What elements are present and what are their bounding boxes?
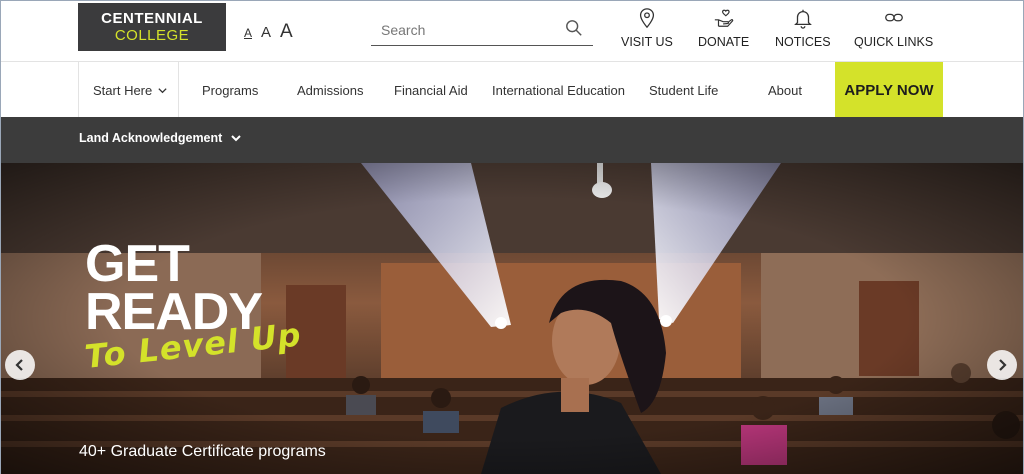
chevron-left-icon (15, 359, 23, 371)
visit-us-link[interactable]: VISIT US (621, 7, 673, 49)
link-icon (884, 13, 903, 22)
notices-link[interactable]: NOTICES (775, 7, 831, 49)
chevron-right-icon (999, 359, 1007, 371)
search-box (371, 15, 593, 46)
font-size-small-button[interactable]: A (244, 26, 252, 40)
search-icon[interactable] (565, 19, 583, 37)
donate-label: DONATE (698, 35, 750, 49)
centennial-college-logo[interactable]: CENTENNIAL COLLEGE (78, 3, 226, 51)
font-size-controls: A A A (244, 21, 293, 43)
nav-programs[interactable]: Programs (202, 62, 258, 118)
bell-icon (793, 9, 812, 29)
carousel-next-button[interactable] (987, 350, 1017, 380)
main-navigation: Start Here Programs Admissions Financial… (1, 61, 1023, 118)
donate-link[interactable]: DONATE (698, 7, 749, 49)
nav-admissions[interactable]: Admissions (297, 62, 363, 118)
land-acknowledgement-bar: Land Acknowledgement (1, 117, 1023, 163)
notices-label: NOTICES (775, 35, 831, 49)
nav-financial-aid[interactable]: Financial Aid (394, 62, 468, 118)
land-acknowledgement-toggle[interactable]: Land Acknowledgement (79, 131, 242, 145)
headline-line-1: GET (85, 235, 190, 293)
nav-start-here[interactable]: Start Here (78, 62, 179, 118)
hero-headline: GET READY To Level Up (83, 235, 303, 375)
search-input[interactable] (381, 19, 561, 41)
nav-international-education[interactable]: International Education (492, 62, 625, 118)
font-size-medium-button[interactable]: A (261, 24, 271, 41)
donate-hand-heart-icon (714, 9, 733, 27)
land-acknowledgement-label: Land Acknowledgement (79, 131, 223, 145)
chevron-down-icon (231, 135, 242, 142)
location-pin-icon (639, 8, 654, 29)
visit-us-label: VISIT US (621, 35, 673, 49)
top-bar: CENTENNIAL COLLEGE A A A VISIT US DONATE… (1, 1, 1023, 61)
logo-line-1: CENTENNIAL (101, 10, 203, 27)
font-size-large-button[interactable]: A (280, 21, 293, 43)
nav-start-here-label: Start Here (93, 82, 153, 98)
apply-now-button[interactable]: APPLY NOW (835, 62, 943, 118)
chevron-down-icon (158, 87, 167, 93)
nav-student-life[interactable]: Student Life (649, 62, 718, 118)
quick-links-link[interactable]: QUICK LINKS (854, 7, 933, 49)
hero-banner: GET READY To Level Up 40+ Graduate Certi… (1, 163, 1023, 474)
nav-about[interactable]: About (768, 62, 802, 118)
logo-line-2: COLLEGE (114, 27, 190, 44)
hero-caption[interactable]: 40+ Graduate Certificate programs (79, 443, 326, 461)
carousel-prev-button[interactable] (5, 350, 35, 380)
quick-links-label: QUICK LINKS (854, 35, 934, 49)
